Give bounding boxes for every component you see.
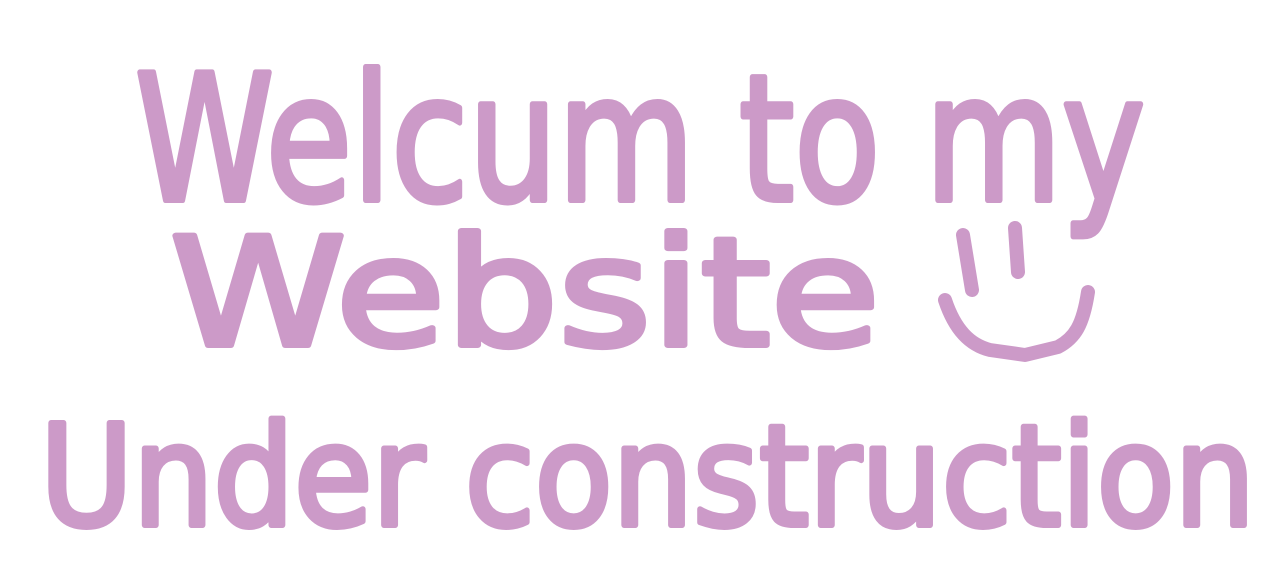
website-text: Website: [170, 207, 880, 381]
under-construction-text: Under construction: [40, 396, 1255, 559]
smiley-face-icon: [938, 221, 1095, 362]
hand-drawn-canvas: Welcum to my Website Under construction: [37, 36, 1258, 562]
